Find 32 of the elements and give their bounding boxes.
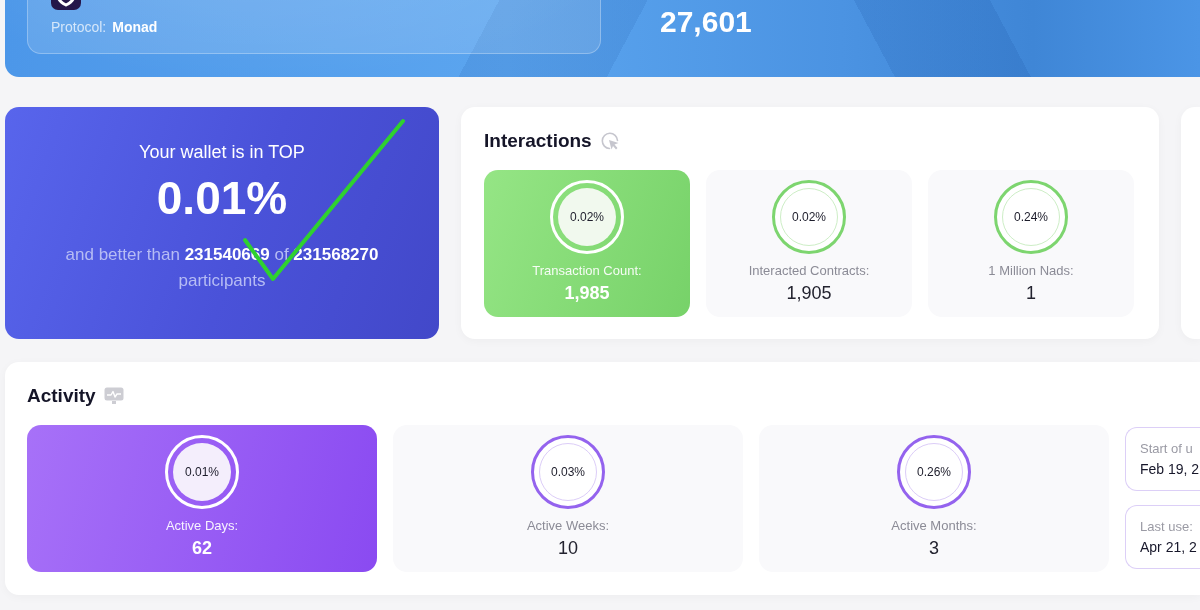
percent-ring: 0.03% [531, 435, 605, 509]
percent-ring: 0.02% [772, 180, 846, 254]
rank-percent: 0.01% [155, 172, 289, 224]
stat-value: 1 [1026, 282, 1036, 304]
protocol-name: Monad [112, 18, 158, 36]
stat-value: 1,905 [786, 282, 832, 304]
stat-value: 10 [558, 537, 578, 559]
percent-ring: 0.01% [165, 435, 239, 509]
cursor-click-icon [599, 131, 620, 151]
protocol-label: Protocol: [51, 18, 107, 36]
date-label: Start of u [1140, 440, 1194, 457]
date-value: Apr 21, 2 [1140, 538, 1198, 556]
rank-title: Your wallet is in TOP [138, 141, 306, 164]
section-title: Interactions [484, 129, 592, 153]
stat-label: Transaction Count: [532, 263, 642, 279]
stat-label: Active Weeks: [526, 518, 610, 534]
stat-label: Active Days: [165, 518, 239, 534]
stat-label: Interacted Contracts: [748, 263, 870, 279]
score-value: 27,601 [660, 4, 752, 40]
date-value: Feb 19, 2 [1140, 460, 1200, 478]
section-title: Activity [27, 384, 96, 408]
shield-icon [51, 0, 81, 10]
stat-value: 62 [192, 537, 212, 559]
stat-label: 1 Million Nads: [988, 263, 1074, 279]
percent-ring: 0.02% [550, 180, 624, 254]
stat-value: 3 [929, 537, 939, 559]
percent-ring: 0.24% [994, 180, 1068, 254]
percent-ring: 0.26% [897, 435, 971, 509]
stat-value: 1,985 [564, 282, 610, 304]
date-label: Last use: [1140, 518, 1194, 535]
monitor-pulse-icon [103, 387, 124, 405]
stat-label: Active Months: [891, 518, 977, 534]
